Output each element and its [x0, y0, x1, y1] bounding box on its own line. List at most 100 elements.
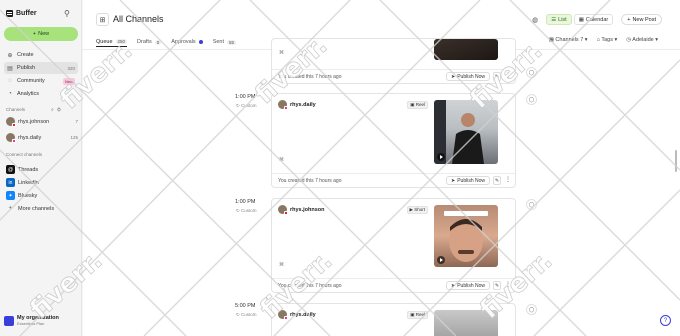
- timezone-label: Adelaide: [632, 37, 654, 43]
- send-icon: ➤: [451, 177, 456, 184]
- publish-now-label: Publish Now: [457, 73, 485, 80]
- community-icon: ◌: [8, 78, 12, 84]
- calendar-view-label: Calendar: [585, 16, 609, 23]
- new-button-label: New: [38, 31, 50, 37]
- new-button[interactable]: + New: [4, 27, 78, 41]
- more-channels-label: More channels: [18, 205, 55, 212]
- publish-now-button[interactable]: ➤ Publish Now: [446, 72, 490, 81]
- comment-icon[interactable]: ◯: [526, 67, 537, 78]
- help-icon[interactable]: ?: [660, 315, 671, 326]
- tab-drafts[interactable]: Drafts 0: [137, 37, 162, 47]
- avatar: [278, 205, 288, 215]
- settings-icon[interactable]: ⚙: [57, 107, 64, 113]
- sidebar-item-community[interactable]: ◌ Community New: [4, 75, 78, 87]
- list-icon: ☰: [551, 16, 557, 23]
- instagram-icon: [284, 106, 288, 110]
- post-account: rhys.daily: [278, 100, 316, 110]
- organization-icon: [4, 315, 14, 326]
- queue-tabs: Queue 250 Drafts 0 Approvals Sent 55: [96, 37, 237, 47]
- youtube-icon: [12, 123, 16, 127]
- post-time: 5:00 PM: [235, 303, 256, 309]
- instagram-icon: [12, 139, 16, 143]
- channel-count: 125: [70, 135, 78, 140]
- grid-icon[interactable]: ⊞: [96, 13, 109, 26]
- play-icon[interactable]: [437, 256, 445, 264]
- post-thumbnail[interactable]: [434, 205, 498, 267]
- channels-filter-count: 7: [580, 37, 584, 43]
- linkedin-icon: in: [6, 178, 15, 187]
- link-icon[interactable]: ⌘: [279, 157, 284, 163]
- new-post-label: New Post: [632, 16, 656, 23]
- tab-label: Drafts: [137, 39, 152, 45]
- connect-linkedin[interactable]: in LinkedIn: [6, 177, 78, 188]
- sidebar-item-publish[interactable]: ▤ Publish 320: [4, 62, 78, 74]
- publish-icon: ▤: [7, 65, 13, 72]
- publish-now-button[interactable]: ➤ Publish Now: [446, 176, 490, 185]
- sidebar-item-analytics[interactable]: ◔ Analytics: [4, 88, 78, 100]
- edit-button[interactable]: ✎: [493, 176, 501, 185]
- avatar: [278, 100, 288, 110]
- created-text: You created this 7 hours ago: [278, 177, 342, 184]
- post-card[interactable]: ⌘ You created this 7 hours ago ➤ Publish …: [271, 38, 516, 84]
- tab-queue[interactable]: Queue 250: [96, 37, 128, 47]
- publish-now-button[interactable]: ➤ Publish Now: [446, 281, 490, 290]
- sidebar-item-create[interactable]: ⊕ Create: [4, 49, 78, 61]
- post-footer: You created this 7 hours ago ➤ Publish No…: [272, 278, 515, 292]
- post-thumbnail[interactable]: [434, 39, 498, 60]
- sidebar-channel-rhys-daily[interactable]: rhys.daily 125: [6, 132, 78, 143]
- created-text: You created this 7 hours ago: [278, 73, 342, 80]
- link-icon[interactable]: ⌘: [279, 50, 284, 56]
- play-icon[interactable]: [437, 153, 445, 161]
- post-type-badge: ▣ Reel: [407, 311, 428, 319]
- comment-icon[interactable]: ◯: [526, 199, 537, 210]
- created-text: You created this 7 hours ago: [278, 282, 342, 289]
- tab-approvals[interactable]: Approvals: [171, 37, 203, 47]
- edit-button[interactable]: ✎: [493, 72, 501, 81]
- header-actions: ◍ ☰ List ▦ Calendar + New Post: [532, 14, 662, 25]
- more-channels-link[interactable]: + More channels: [6, 203, 78, 214]
- link-icon[interactable]: ⌘: [279, 262, 284, 268]
- post-thumbnail[interactable]: [434, 310, 498, 336]
- calendar-icon: ▦: [578, 16, 584, 23]
- sidebar-item-label: Community: [17, 78, 45, 84]
- channels-filter[interactable]: ▦ Channels 7 ▾: [549, 37, 588, 43]
- organization-switcher[interactable]: My organization Essentials Plan: [4, 315, 59, 326]
- comment-icon[interactable]: ◯: [526, 304, 537, 315]
- calendar-view-button[interactable]: ▦ Calendar: [573, 14, 614, 25]
- more-options-button[interactable]: ⋮: [504, 281, 512, 290]
- tab-label: Sent: [212, 39, 225, 45]
- more-options-button[interactable]: ⋮: [504, 176, 512, 185]
- comment-icon[interactable]: ◯: [526, 94, 537, 105]
- more-options-button[interactable]: ⋮: [504, 72, 512, 81]
- scrollbar[interactable]: [675, 150, 677, 172]
- channels-filter-label: Channels: [555, 37, 579, 43]
- post-card[interactable]: rhys.johnson ▶ Short ⌘ You created this …: [271, 198, 516, 293]
- post-footer: You created this 7 hours ago ➤ Publish No…: [272, 69, 515, 83]
- tab-label: Queue: [96, 38, 113, 45]
- avatar: [6, 133, 16, 143]
- sidebar-channel-rhys-johnson[interactable]: rhys.johnson 7: [6, 116, 78, 127]
- connect-threads[interactable]: @ Threads: [6, 164, 78, 175]
- notifications-icon[interactable]: ⚲: [64, 9, 70, 18]
- tab-sent[interactable]: Sent 55: [212, 37, 237, 47]
- connect-bluesky[interactable]: ✦ Bluesky: [6, 190, 78, 201]
- tab-label: Approvals: [171, 39, 196, 45]
- new-post-button[interactable]: + New Post: [621, 14, 662, 25]
- chat-icon[interactable]: ◍: [532, 16, 538, 24]
- post-card[interactable]: rhys.daily ▣ Reel: [271, 303, 516, 336]
- tags-filter[interactable]: ⌂ Tags ▾: [597, 37, 618, 43]
- edit-button[interactable]: ✎: [493, 281, 501, 290]
- timezone-filter[interactable]: ◷ Adelaide ▾: [626, 37, 658, 43]
- connect-label: LinkedIn: [18, 179, 39, 186]
- account-name: rhys.daily: [290, 311, 316, 318]
- post-card[interactable]: rhys.daily ▣ Reel ⌘ You created this 7 h…: [271, 93, 516, 188]
- post-thumbnail[interactable]: [434, 100, 498, 164]
- threads-icon: @: [6, 165, 15, 174]
- plus-icon: +: [8, 205, 13, 212]
- list-view-button[interactable]: ☰ List: [546, 14, 572, 25]
- sidebar-nav: ⊕ Create ▤ Publish 320 ◌ Community New ◔…: [4, 49, 78, 101]
- connect-label: Threads: [18, 166, 39, 173]
- app-logo[interactable]: Buffer: [6, 10, 37, 17]
- account-name: rhys.johnson: [290, 206, 325, 213]
- channel-name: rhys.johnson: [18, 118, 50, 125]
